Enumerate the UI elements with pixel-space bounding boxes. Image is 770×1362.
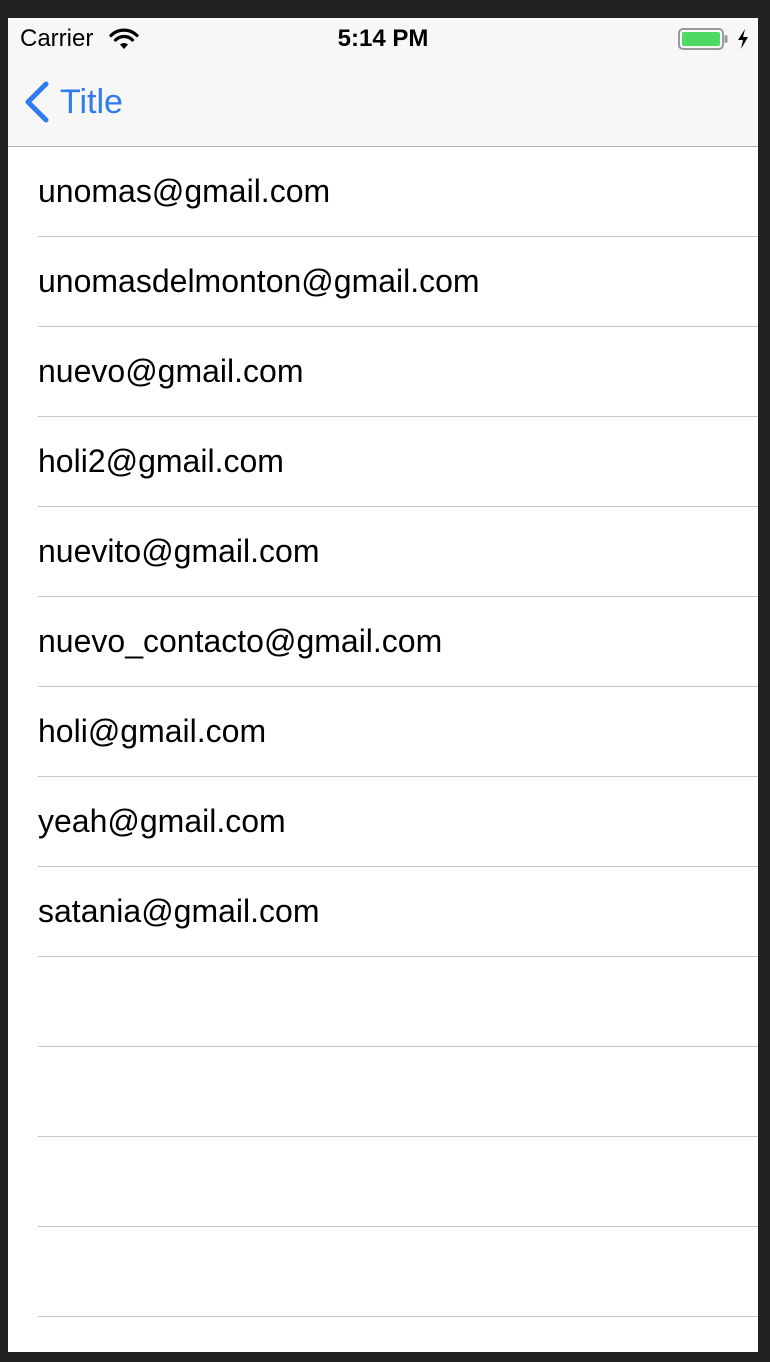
back-button[interactable]: Title <box>22 58 123 146</box>
empty-table-row <box>8 957 758 1047</box>
charging-bolt-icon <box>738 29 748 49</box>
contact-email-label: yeah@gmail.com <box>38 803 286 839</box>
contact-email-label: nuevito@gmail.com <box>38 533 320 569</box>
table-row[interactable]: nuevo@gmail.com <box>8 327 758 417</box>
table-row[interactable]: nuevo_contacto@gmail.com <box>8 597 758 687</box>
table-row[interactable]: unomasdelmonton@gmail.com <box>8 237 758 327</box>
table-row[interactable]: holi@gmail.com <box>8 687 758 777</box>
status-time: 5:14 PM <box>337 25 429 52</box>
contact-email-label: unomas@gmail.com <box>38 173 331 209</box>
row-separator <box>38 1316 758 1317</box>
contact-email-label: nuevo_contacto@gmail.com <box>38 623 443 659</box>
contact-email-label: holi@gmail.com <box>38 713 267 749</box>
phone-screen: Carrier 5:14 PM Title unomas@gmail.com un… <box>8 18 758 1352</box>
table-row[interactable]: yeah@gmail.com <box>8 777 758 867</box>
contact-email-label: nuevo@gmail.com <box>38 353 304 389</box>
contacts-table: unomas@gmail.com unomasdelmonton@gmail.co… <box>8 147 758 1317</box>
table-row[interactable]: holi2@gmail.com <box>8 417 758 507</box>
contact-email-label: unomasdelmonton@gmail.com <box>38 263 480 299</box>
contact-email-label: holi2@gmail.com <box>38 443 284 479</box>
contact-email-label: satania@gmail.com <box>38 893 320 929</box>
table-row[interactable]: unomas@gmail.com <box>8 147 758 237</box>
empty-table-row <box>8 1227 758 1317</box>
status-bar: Carrier 5:14 PM <box>8 18 758 58</box>
chevron-left-icon <box>25 81 49 123</box>
battery-charging-icon <box>678 28 728 50</box>
empty-table-row <box>8 1137 758 1227</box>
navigation-bar: Title <box>8 58 758 147</box>
back-button-label: Title <box>60 83 123 121</box>
table-row[interactable]: satania@gmail.com <box>8 867 758 957</box>
table-row[interactable]: nuevito@gmail.com <box>8 507 758 597</box>
empty-table-row <box>8 1047 758 1137</box>
